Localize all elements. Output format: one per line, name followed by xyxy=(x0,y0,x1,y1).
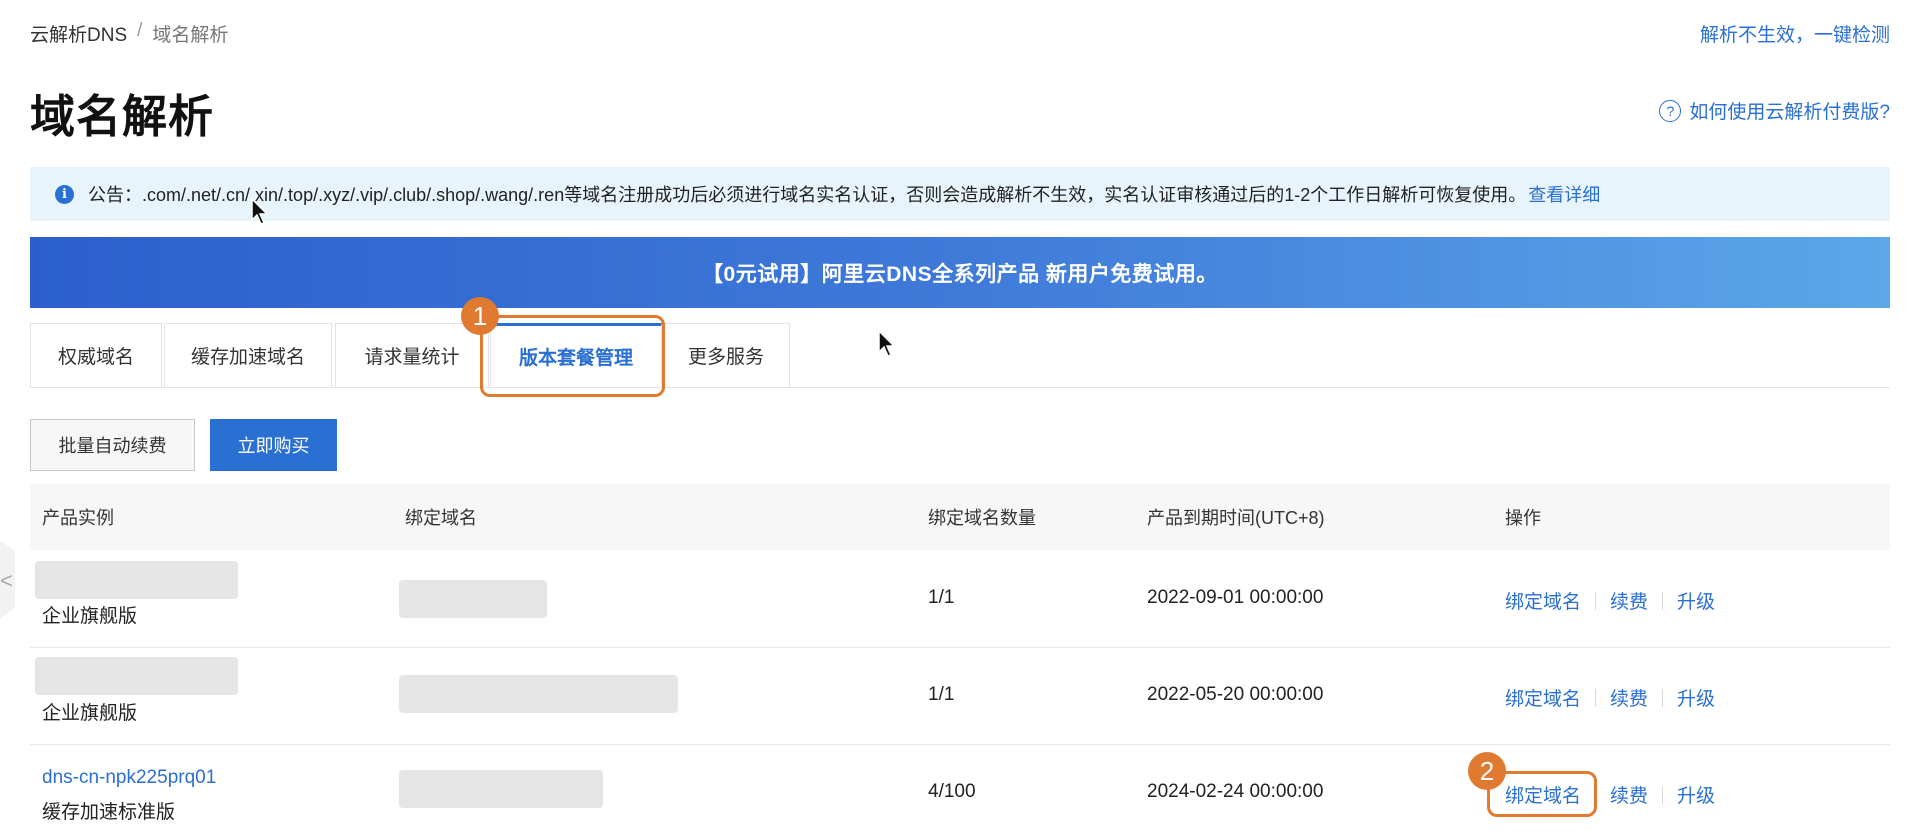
action-divider xyxy=(1662,688,1664,707)
column-header-domain-count: 绑定域名数量 xyxy=(928,508,1036,528)
instance-id-link[interactable]: dns-cn-npk225prq01 xyxy=(42,767,216,789)
page-title: 域名解析 xyxy=(30,91,215,142)
upgrade-link[interactable]: 升级 xyxy=(1677,781,1715,808)
bind-domain-link[interactable]: 绑定域名 xyxy=(1505,684,1581,711)
column-header-instance: 产品实例 xyxy=(42,508,114,528)
instance-type: 企业旗舰版 xyxy=(42,606,138,627)
dns-check-link[interactable]: 解析不生效，一键检测 xyxy=(1700,20,1890,47)
upgrade-link[interactable]: 升级 xyxy=(1677,587,1715,614)
mouse-cursor-icon xyxy=(878,330,896,357)
table-header: 产品实例 绑定域名 绑定域名数量 产品到期时间(UTC+8) 操作 xyxy=(30,484,1890,550)
tab-more-services[interactable]: 更多服务 xyxy=(662,323,790,387)
callout-badge-1: 1 xyxy=(461,297,499,335)
bind-domain-link[interactable]: 绑定域名 xyxy=(1505,587,1581,614)
action-divider xyxy=(1595,688,1597,707)
table-row: dns-cn-npk225prq01 缓存加速标准版 4/100 2024-02… xyxy=(30,745,1890,836)
domain-count: 4/100 xyxy=(928,781,976,802)
help-link-label: 如何使用云解析付费版? xyxy=(1689,102,1890,123)
callout-badge-2: 2 xyxy=(1468,752,1506,790)
tab-request-stats[interactable]: 请求量统计 xyxy=(335,323,489,387)
bound-domain-placeholder xyxy=(399,770,603,808)
tab-cache-acceleration-domains[interactable]: 缓存加速域名 xyxy=(164,323,332,387)
table-row: 企业旗舰版 1/1 2022-05-20 00:00:00 绑定域名 续费 升级 xyxy=(30,648,1890,745)
announcement-bar: i 公告：.com/.net/.cn/.xin/.top/.xyz/.vip/.… xyxy=(30,167,1890,221)
batch-auto-renew-button[interactable]: 批量自动续费 xyxy=(30,419,195,471)
breadcrumb-separator: / xyxy=(137,20,143,41)
callout-highlight-tab xyxy=(480,315,665,397)
announcement-text: 公告：.com/.net/.cn/.xin/.top/.xyz/.vip/.cl… xyxy=(88,185,1527,205)
upgrade-link[interactable]: 升级 xyxy=(1677,684,1715,711)
table-row: 企业旗舰版 1/1 2022-09-01 00:00:00 绑定域名 续费 升级 xyxy=(30,551,1890,648)
promo-banner[interactable]: 【0元试用】阿里云DNS全系列产品 新用户免费试用。 xyxy=(30,237,1890,308)
domain-count: 1/1 xyxy=(928,684,955,705)
action-divider xyxy=(1662,591,1664,610)
column-header-expiry: 产品到期时间(UTC+8) xyxy=(1147,508,1325,528)
breadcrumb-root[interactable]: 云解析DNS xyxy=(30,20,127,47)
instance-placeholder xyxy=(35,657,238,695)
bound-domain-placeholder xyxy=(399,675,678,713)
info-icon: i xyxy=(55,184,74,204)
bound-domain-placeholder xyxy=(399,580,547,618)
buy-now-button[interactable]: 立即购买 xyxy=(210,419,337,471)
breadcrumb-current: 域名解析 xyxy=(152,25,229,46)
chevron-left-icon: < xyxy=(0,568,13,593)
column-header-bound-domain: 绑定域名 xyxy=(405,508,477,528)
tab-authoritative-domains[interactable]: 权威域名 xyxy=(30,323,162,387)
expiry-time: 2022-09-01 00:00:00 xyxy=(1147,587,1324,608)
domain-count: 1/1 xyxy=(928,587,955,608)
expiry-time: 2024-02-24 00:00:00 xyxy=(1147,781,1324,802)
help-link[interactable]: ? 如何使用云解析付费版? xyxy=(1659,97,1890,124)
instance-type: 缓存加速标准版 xyxy=(42,802,176,823)
renew-link[interactable]: 续费 xyxy=(1610,781,1648,808)
renew-link[interactable]: 续费 xyxy=(1610,587,1648,614)
column-header-actions: 操作 xyxy=(1505,508,1541,528)
expiry-time: 2022-05-20 00:00:00 xyxy=(1147,684,1324,705)
action-divider xyxy=(1662,785,1664,804)
view-details-link[interactable]: 查看详细 xyxy=(1528,181,1600,207)
tab-bar: 权威域名 缓存加速域名 请求量统计 版本套餐管理 更多服务 xyxy=(30,323,1890,388)
question-icon: ? xyxy=(1659,99,1682,122)
row-actions: 绑定域名 续费 升级 xyxy=(1505,587,1715,614)
renew-link[interactable]: 续费 xyxy=(1610,684,1648,711)
instance-placeholder xyxy=(35,561,238,599)
action-divider xyxy=(1595,591,1597,610)
mouse-cursor-icon xyxy=(251,198,269,225)
breadcrumb: 云解析DNS / 域名解析 xyxy=(30,20,228,47)
row-actions: 绑定域名 续费 升级 xyxy=(1505,684,1715,711)
instance-type: 企业旗舰版 xyxy=(42,703,138,724)
